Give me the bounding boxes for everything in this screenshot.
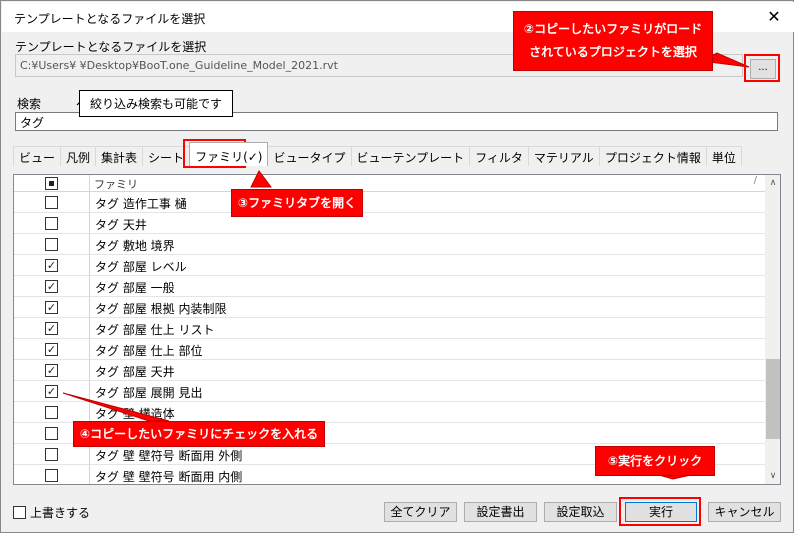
run-highlight-frame (619, 497, 701, 526)
step2-annotation: ②コピーしたいファミリがロード されているプロジェクトを選択 (513, 11, 713, 71)
step2-line1: ②コピーしたいファミリがロード (523, 22, 703, 36)
search-note-callout: 絞り込み検索も可能です (79, 90, 234, 117)
dialog-window: テンプレートとなるファイルを選択 ✕ テンプレートとなるファイルを選択 C:¥U… (0, 0, 794, 533)
browse-highlight-frame (744, 54, 780, 82)
step2-line2: されているプロジェクトを選択 (529, 45, 697, 59)
step4-annotation: ④コピーしたいファミリにチェックを入れる (73, 421, 325, 447)
step5-annotation: ⑤実行をクリック (595, 446, 715, 476)
step3-annotation: ③ファミリタブを開く (231, 189, 363, 217)
tab-4[interactable]: ファミリ(✓) (189, 142, 269, 166)
